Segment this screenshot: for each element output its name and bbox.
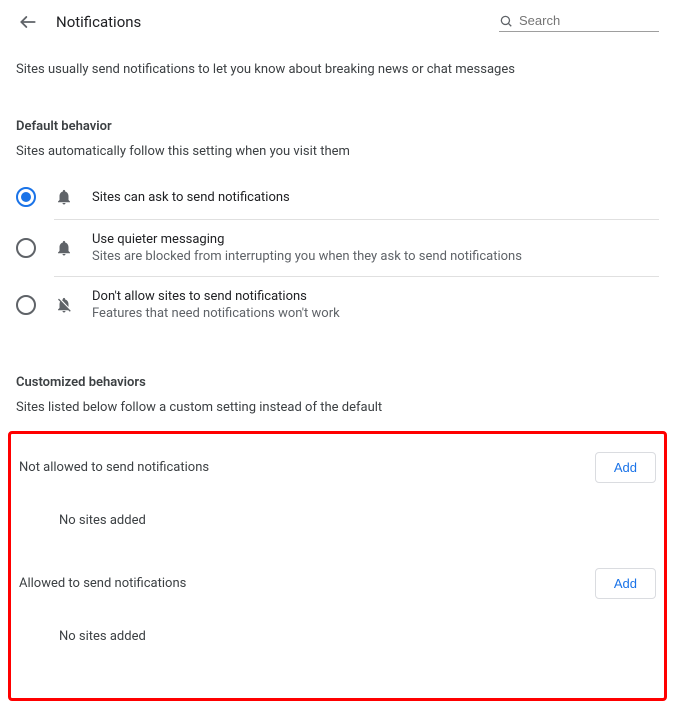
radio-option-ask[interactable]: Sites can ask to send notifications bbox=[16, 175, 659, 219]
radio-option-quieter[interactable]: Use quieter messaging Sites are blocked … bbox=[16, 220, 659, 276]
arrow-left-icon bbox=[18, 12, 38, 32]
back-button[interactable] bbox=[16, 10, 40, 34]
search-field[interactable] bbox=[499, 13, 659, 32]
allowed-label: Allowed to send notifications bbox=[19, 576, 186, 591]
not-allowed-label: Not allowed to send notifications bbox=[19, 460, 209, 475]
option-desc: Features that need notifications won't w… bbox=[92, 306, 340, 321]
customized-behaviors-box: Not allowed to send notifications Add No… bbox=[8, 431, 667, 701]
not-allowed-empty: No sites added bbox=[19, 493, 656, 558]
default-behavior-sub: Sites automatically follow this setting … bbox=[16, 144, 659, 159]
option-desc: Sites are blocked from interrupting you … bbox=[92, 249, 522, 264]
bell-off-icon bbox=[55, 296, 73, 314]
allowed-header: Allowed to send notifications Add bbox=[19, 558, 656, 609]
radio-button[interactable] bbox=[16, 238, 36, 258]
radio-button[interactable] bbox=[16, 295, 36, 315]
radio-button[interactable] bbox=[16, 187, 36, 207]
not-allowed-header: Not allowed to send notifications Add bbox=[19, 442, 656, 493]
search-input[interactable] bbox=[519, 13, 659, 28]
page-title: Notifications bbox=[56, 13, 141, 31]
intro-text: Sites usually send notifications to let … bbox=[0, 44, 675, 77]
option-title: Don't allow sites to send notifications bbox=[92, 289, 340, 304]
default-behavior-heading: Default behavior bbox=[16, 119, 659, 134]
search-icon bbox=[499, 13, 513, 29]
bell-icon bbox=[55, 239, 73, 257]
page-header: Notifications bbox=[0, 0, 675, 44]
add-allowed-button[interactable]: Add bbox=[595, 568, 656, 599]
customized-heading: Customized behaviors bbox=[16, 375, 659, 390]
allowed-empty: No sites added bbox=[19, 609, 656, 674]
option-title: Use quieter messaging bbox=[92, 232, 522, 247]
add-not-allowed-button[interactable]: Add bbox=[595, 452, 656, 483]
radio-option-block[interactable]: Don't allow sites to send notifications … bbox=[16, 277, 659, 333]
customized-sub: Sites listed below follow a custom setti… bbox=[16, 400, 659, 415]
option-title: Sites can ask to send notifications bbox=[92, 190, 290, 205]
bell-icon bbox=[55, 188, 73, 206]
